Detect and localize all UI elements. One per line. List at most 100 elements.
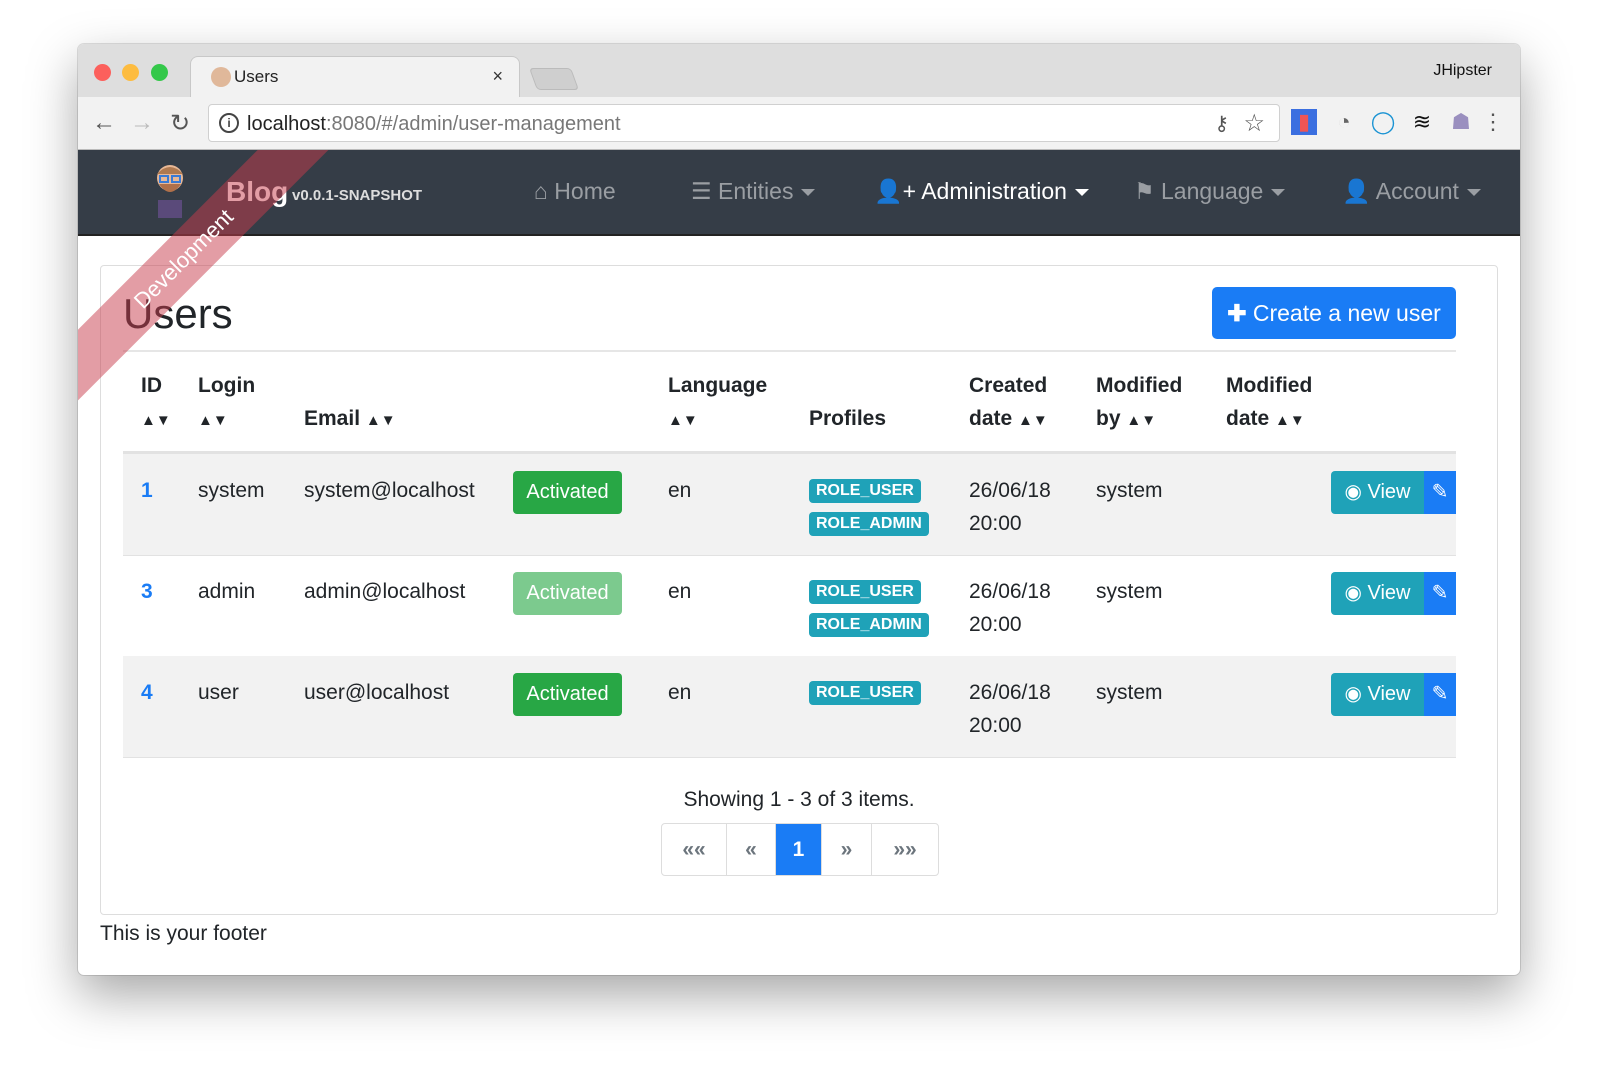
table-row: 3 admin admin@localhost Activated en ROL… — [123, 555, 1456, 657]
ring-extension-icon[interactable]: ◯ — [1370, 109, 1396, 135]
address-bar[interactable]: i localhost:8080/#/admin/user-management… — [208, 104, 1280, 142]
sort-icon: ▲▼ — [1126, 412, 1157, 429]
role-badge: ROLE_USER — [809, 580, 921, 604]
user-profiles: ROLE_USER — [809, 681, 921, 714]
jhipster-favicon-icon — [211, 67, 231, 87]
sort-icon: ▲▼ — [1275, 412, 1305, 429]
user-language: en — [668, 681, 692, 704]
url-text[interactable]: localhost:8080/#/admin/user-management — [247, 113, 621, 136]
table-row: 1 system system@localhost Activated en R… — [123, 454, 1456, 556]
pagination: «« « 1 » »» — [661, 823, 939, 876]
created-date: 26/06/18 20:00 — [969, 681, 1051, 737]
modified-by: system — [1096, 580, 1163, 603]
nav-administration[interactable]: 👤+ Administration — [874, 178, 1089, 205]
users-card: Users ✚ Create a new user ID ▲▼ Login ▲▼ E… — [100, 265, 1498, 915]
octocat-extension-icon[interactable]: ☗ — [1448, 109, 1474, 135]
header-language[interactable]: Language ▲▼ — [668, 369, 767, 437]
tab-title: Users — [234, 67, 279, 86]
pencil-icon: ✎ — [1431, 683, 1449, 705]
forward-arrow-icon[interactable]: → — [130, 109, 154, 137]
activated-status-button[interactable]: Activated — [513, 673, 622, 716]
header-profiles: Profiles — [809, 407, 887, 430]
pencil-icon: ✎ — [1431, 481, 1449, 503]
role-badge: ROLE_USER — [809, 479, 921, 503]
user-profiles: ROLE_USER ROLE_ADMIN — [809, 580, 929, 646]
lighthouse-extension-icon[interactable]: ▮ — [1291, 109, 1317, 135]
reload-icon[interactable]: ↻ — [170, 109, 190, 138]
minimize-window-button[interactable] — [122, 64, 139, 81]
home-icon: ⌂ — [534, 178, 555, 204]
jhipster-logo-icon[interactable] — [150, 160, 190, 220]
browser-tab[interactable]: Users × — [190, 56, 520, 98]
header-login[interactable]: Login ▲▼ — [198, 369, 255, 437]
edit-button[interactable]: ✎ — [1424, 673, 1456, 716]
role-badge: ROLE_ADMIN — [809, 512, 929, 536]
table-header: ID ▲▼ Login ▲▼ Email ▲▼ Language ▲▼ Profile… — [123, 352, 1456, 454]
edit-button[interactable]: ✎ — [1424, 471, 1456, 514]
plus-icon: ✚ — [1227, 300, 1253, 326]
key-icon[interactable]: ⚷ — [1214, 111, 1229, 136]
nav-entities[interactable]: ☰ Entities — [691, 178, 816, 205]
view-button[interactable]: ◉ View — [1331, 572, 1424, 615]
user-plus-icon: 👤+ — [874, 178, 922, 204]
layers-extension-icon[interactable]: ≋ — [1409, 109, 1435, 135]
info-icon[interactable]: i — [219, 113, 239, 133]
user-login: system — [198, 479, 265, 502]
user-id-link[interactable]: 3 — [141, 575, 153, 608]
footer-text: This is your footer — [100, 922, 267, 945]
sort-icon: ▲▼ — [198, 412, 228, 429]
maximize-window-button[interactable] — [151, 64, 168, 81]
prev-page-button[interactable]: « — [727, 824, 776, 875]
header-created-date[interactable]: Created date ▲▼ — [969, 369, 1048, 437]
version-label: v0.0.1-SNAPSHOT — [292, 187, 423, 204]
user-language: en — [668, 580, 692, 603]
user-icon: 👤 — [1342, 178, 1376, 204]
edit-button[interactable]: ✎ — [1424, 572, 1456, 615]
activated-status-button[interactable]: Activated — [513, 572, 622, 615]
view-button[interactable]: ◉ View — [1331, 673, 1424, 716]
sort-icon: ▲▼ — [1018, 412, 1048, 429]
role-badge: ROLE_USER — [809, 681, 921, 705]
privacy-extension-icon[interactable]: ◔ — [1331, 109, 1357, 135]
eye-icon: ◉ — [1344, 683, 1368, 705]
menu-dots-icon[interactable]: ⋮ — [1480, 109, 1506, 135]
user-email: admin@localhost — [304, 580, 466, 603]
activated-status-button[interactable]: Activated — [513, 471, 622, 514]
navbar: Blog v0.0.1-SNAPSHOT ⌂ Home ☰ Entities 👤… — [78, 150, 1520, 236]
user-login: user — [198, 681, 239, 704]
browser-profile[interactable]: JHipster — [1433, 62, 1492, 80]
nav-language[interactable]: ⚑ Language — [1134, 178, 1286, 205]
view-button[interactable]: ◉ View — [1331, 471, 1424, 514]
brand-name[interactable]: Blog — [226, 176, 288, 208]
role-badge: ROLE_ADMIN — [809, 613, 929, 637]
user-id-link[interactable]: 4 — [141, 676, 153, 709]
modified-by: system — [1096, 479, 1163, 502]
last-page-button[interactable]: »» — [872, 824, 938, 875]
table-row: 4 user user@localhost Activated en ROLE_… — [123, 656, 1456, 758]
close-tab-icon[interactable]: × — [492, 66, 503, 87]
page-1-button[interactable]: 1 — [776, 824, 822, 875]
eye-icon: ◉ — [1344, 481, 1368, 503]
back-arrow-icon[interactable]: ← — [92, 109, 116, 137]
sort-icon: ▲▼ — [365, 412, 396, 429]
header-modified-date[interactable]: Modified date ▲▼ — [1226, 369, 1312, 437]
header-modified-by[interactable]: Modified by ▲▼ — [1096, 369, 1182, 437]
create-user-button[interactable]: ✚ Create a new user — [1212, 287, 1456, 339]
user-id-link[interactable]: 1 — [141, 474, 153, 507]
bookmark-star-icon[interactable]: ☆ — [1243, 109, 1265, 138]
browser-toolbar: ← → ↻ i localhost:8080/#/admin/user-mana… — [78, 97, 1520, 150]
user-login: admin — [198, 580, 256, 603]
header-id[interactable]: ID ▲▼ — [141, 369, 171, 437]
new-tab-button[interactable] — [528, 68, 580, 90]
close-window-button[interactable] — [94, 64, 111, 81]
tab-bar: Users × JHipster — [78, 44, 1520, 98]
flag-icon: ⚑ — [1134, 178, 1162, 204]
nav-account[interactable]: 👤 Account — [1342, 178, 1481, 205]
nav-home[interactable]: ⌂ Home — [534, 178, 616, 205]
modified-by: system — [1096, 681, 1163, 704]
list-icon: ☰ — [691, 178, 719, 204]
header-email[interactable]: Email ▲▼ — [304, 402, 396, 437]
next-page-button[interactable]: » — [822, 824, 872, 875]
page-title: Users — [123, 290, 233, 337]
first-page-button[interactable]: «« — [662, 824, 727, 875]
